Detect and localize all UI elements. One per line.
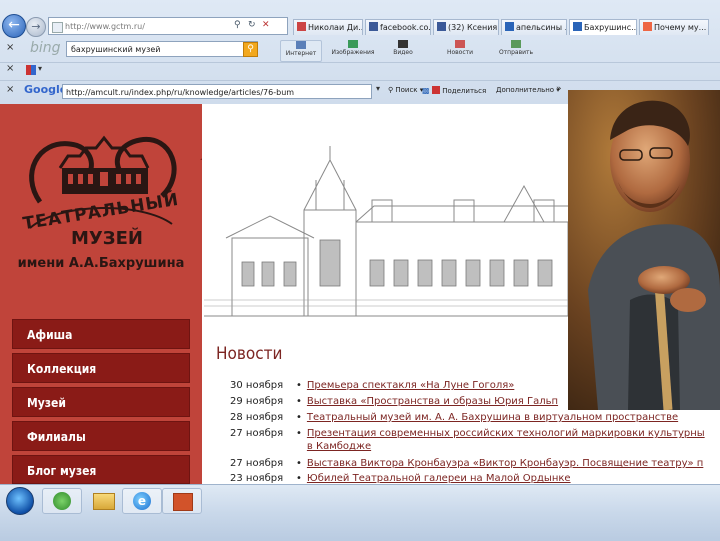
- toolbar-button-label: Изображения: [331, 49, 375, 56]
- toolbar-button-label: Новости: [446, 49, 474, 56]
- bullet: •: [296, 380, 302, 391]
- taskbar-powerpoint[interactable]: [162, 488, 202, 514]
- news-date: 29 ноября: [230, 396, 284, 407]
- start-orb-icon[interactable]: [6, 487, 34, 515]
- toolbar-news-button[interactable]: Новости: [440, 40, 480, 60]
- portrait-image: [568, 90, 720, 410]
- more-chevron-icon[interactable]: »: [556, 84, 562, 94]
- utorrent-icon: [53, 492, 71, 510]
- ie-icon: e: [133, 492, 151, 510]
- google-button-label: Поделиться: [442, 87, 487, 95]
- chevron-down-icon[interactable]: ▾: [376, 84, 380, 93]
- news-item[interactable]: 27 ноября • Презентация современных россий…: [230, 428, 705, 440]
- toolbar-button-label: Интернет: [285, 50, 317, 57]
- news-item[interactable]: 27 ноября • Выставка Виктора Кронбауэра «В…: [230, 458, 703, 470]
- taskbar-utorrent[interactable]: [42, 488, 82, 514]
- bullet: •: [296, 473, 302, 484]
- page-favicon-icon: [52, 22, 63, 33]
- toolbar-video-button[interactable]: Видео: [388, 40, 418, 60]
- google-share-button[interactable]: Поделиться: [432, 86, 486, 95]
- google-button-label: Поиск: [395, 86, 418, 94]
- folder-icon: [93, 493, 115, 510]
- back-icon[interactable]: ←: [2, 14, 26, 38]
- share-icon: [432, 86, 440, 94]
- bullet: •: [296, 396, 302, 407]
- menu-item-collection[interactable]: Коллекция: [12, 353, 190, 383]
- news-date: 27 ноября: [230, 428, 284, 439]
- bullet: •: [296, 458, 302, 469]
- news-heading: Новости: [216, 344, 283, 364]
- news-link[interactable]: Премьера спектакля «На Луне Гоголя»: [307, 380, 514, 391]
- bullet: •: [296, 428, 302, 439]
- menu-item-blog[interactable]: Блог музея: [12, 455, 190, 484]
- bullet: •: [296, 412, 302, 423]
- menu-item-afisha[interactable]: Афиша: [12, 319, 190, 349]
- tab-3[interactable]: (32) Ксения ...: [433, 19, 499, 35]
- google-search-input[interactable]: http://amcult.ru/index.php/ru/knowledge/…: [62, 84, 372, 99]
- news-link[interactable]: в Камбодже: [307, 441, 371, 452]
- search-address-icon[interactable]: ⚲: [234, 20, 241, 30]
- tab-1[interactable]: Николаи Ди...: [293, 19, 363, 35]
- news-link[interactable]: Презентация современных российских техно…: [307, 428, 705, 439]
- news-link[interactable]: Театральный музей им. А. А. Бахрушина в …: [307, 412, 678, 423]
- logo-line-2: МУЗЕЙ: [71, 228, 143, 249]
- bing-search-input[interactable]: бахрушинский музей: [66, 41, 258, 57]
- toolbar-images-button[interactable]: Изображения: [330, 40, 376, 60]
- close-toolbar-icon[interactable]: ×: [6, 63, 14, 74]
- refresh-icon[interactable]: ↻: [248, 20, 256, 30]
- toolbar-button-label: Отправить: [498, 49, 534, 56]
- news-link[interactable]: Юбилей Театральной галереи на Малой Орды…: [307, 473, 571, 484]
- close-toolbar-icon[interactable]: ×: [6, 42, 14, 53]
- toolbar-send-button[interactable]: Отправить: [494, 40, 538, 60]
- news-link[interactable]: Выставка «Пространства и образы Юрия Гал…: [307, 396, 558, 407]
- news-item[interactable]: 28 ноября • Театральный музей им. А. А. Ба…: [230, 412, 678, 424]
- tab-label: апельсины ...: [516, 23, 567, 32]
- news-item[interactable]: 30 ноября • Премьера спектакля «На Луне Го…: [230, 380, 514, 392]
- address-text: http://www.gctm.ru/: [65, 22, 145, 31]
- taskbar-explorer[interactable]: [84, 488, 122, 512]
- news-date: 27 ноября: [230, 458, 284, 469]
- museum-logo[interactable]: ТЕАТРАЛЬНЫЙ МУЗЕЙ имени А.А.Бахрушина: [0, 104, 202, 314]
- sidewiki-icon[interactable]: ▩: [422, 86, 430, 95]
- toolbar-button-label: Видео: [393, 49, 413, 56]
- news-item[interactable]: 29 ноября • Выставка «Пространства и образ…: [230, 396, 558, 408]
- search-icon[interactable]: ⚲: [243, 42, 258, 57]
- menu-item-branches[interactable]: Филиалы: [12, 421, 190, 451]
- menu-item-museum[interactable]: Музей: [12, 387, 190, 417]
- google-search-button[interactable]: ⚲ Поиск ▾: [388, 86, 423, 94]
- stop-icon[interactable]: ✕: [262, 20, 270, 30]
- tab-label: (32) Ксения ...: [448, 23, 498, 32]
- forward-icon[interactable]: →: [26, 17, 46, 37]
- bing-logo: bing: [30, 40, 61, 56]
- powerpoint-icon: [173, 493, 193, 511]
- google-button-label: Дополнительно: [496, 86, 555, 94]
- news-date: 28 ноября: [230, 412, 284, 423]
- taskbar-ie[interactable]: e: [122, 488, 162, 514]
- tab-4[interactable]: апельсины ...: [501, 19, 567, 35]
- close-toolbar-icon[interactable]: ×: [6, 84, 14, 95]
- museum-building-illustration: [204, 146, 568, 317]
- news-item-continued[interactable]: •в Камбодже: [230, 441, 371, 453]
- toolbar-internet-button[interactable]: Интернет: [280, 40, 322, 62]
- chevron-down-icon[interactable]: ▾: [38, 64, 42, 73]
- favorites-bar: [0, 62, 720, 81]
- flag-icon[interactable]: [26, 65, 36, 75]
- tab-6[interactable]: Почему му...: [639, 19, 709, 35]
- tab-2[interactable]: facebook.co...: [365, 19, 431, 35]
- news-date: 30 ноября: [230, 380, 284, 391]
- tab-label: Почему му...: [654, 23, 707, 32]
- tab-label: Бахрушинс...: [584, 23, 637, 32]
- tab-5-active[interactable]: Бахрушинс...: [569, 19, 637, 35]
- logo-line-3: имени А.А.Бахрушина: [17, 256, 185, 271]
- news-link[interactable]: Выставка Виктора Кронбауэра «Виктор Крон…: [307, 458, 703, 469]
- tab-label: facebook.co...: [380, 23, 431, 32]
- tab-label: Николаи Ди...: [308, 23, 363, 32]
- google-more-button[interactable]: Дополнительно ▾: [496, 86, 560, 94]
- google-logo: Google: [24, 83, 68, 96]
